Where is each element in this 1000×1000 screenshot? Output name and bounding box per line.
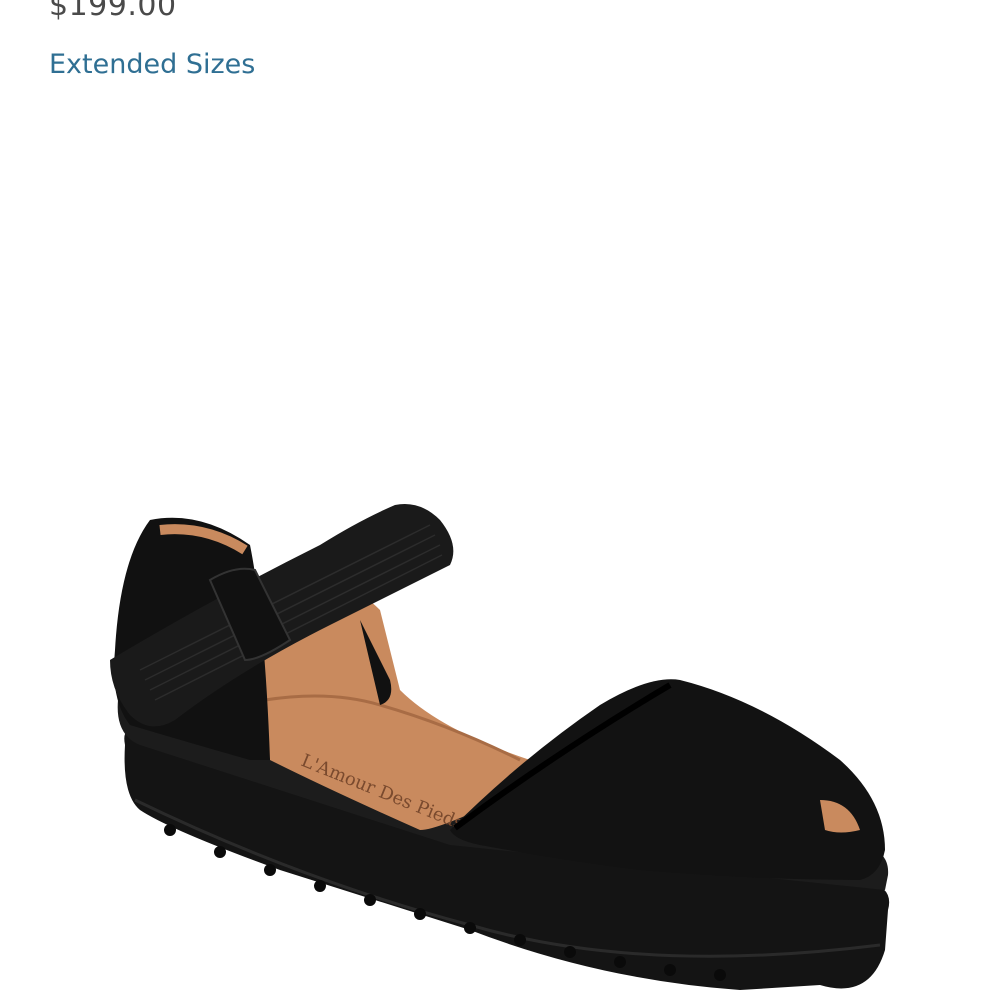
toe-vamp	[450, 679, 885, 880]
product-price: $199.00	[49, 0, 177, 23]
extended-sizes-link[interactable]: Extended Sizes	[49, 48, 255, 82]
product-image[interactable]: L'Amour Des Pieds	[0, 100, 1000, 1000]
sandal-illustration: L'Amour Des Pieds	[110, 504, 890, 990]
